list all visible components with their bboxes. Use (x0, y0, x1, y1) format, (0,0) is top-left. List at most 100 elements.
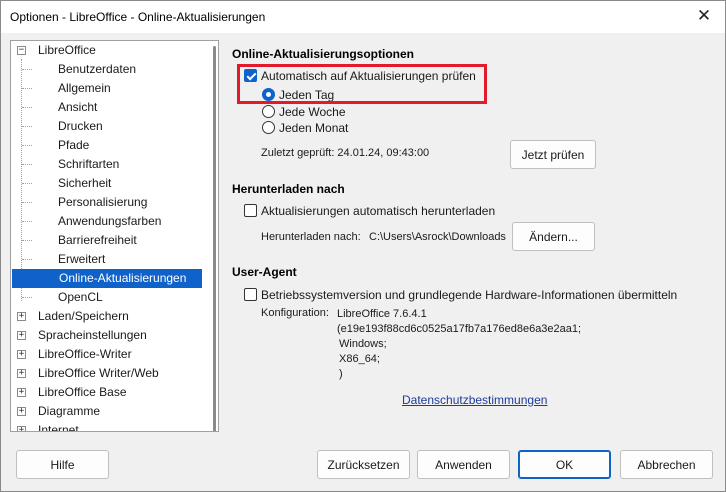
download-path-value: C:\Users\Asrock\Downloads (369, 231, 506, 243)
tree-item[interactable]: + Internet (11, 421, 201, 432)
tree-item-label: Internet (38, 423, 79, 432)
tree-item-label: Drucken (58, 119, 103, 133)
tree-item-label: Spracheinstellungen (38, 328, 147, 342)
expand-icon[interactable]: + (17, 388, 26, 397)
tree-item[interactable]: Pfade (11, 136, 201, 155)
tree-item-label: LibreOffice Writer/Web (38, 366, 159, 380)
tree-item[interactable]: + LibreOffice Base (11, 383, 201, 402)
tree-connector-line (22, 164, 32, 165)
cancel-button[interactable]: Abbrechen (620, 450, 713, 479)
radio-monthly-label[interactable]: Jeden Monat (279, 121, 348, 135)
tree-item-label: Laden/Speichern (38, 309, 129, 323)
config-line: Windows; (339, 338, 387, 350)
download-path-label: Herunterladen nach: (261, 231, 361, 243)
tree-item-label: Benutzerdaten (58, 62, 137, 76)
radio-weekly[interactable] (262, 105, 275, 118)
window-title: Optionen - LibreOffice - Online-Aktualis… (10, 10, 266, 24)
help-button[interactable]: Hilfe (16, 450, 109, 479)
radio-daily[interactable] (262, 88, 275, 101)
tree-item[interactable]: Personalisierung (11, 193, 201, 212)
expand-icon[interactable]: + (17, 407, 26, 416)
config-line: X86_64; (339, 353, 380, 365)
expand-icon[interactable]: + (17, 426, 26, 431)
tree-item[interactable]: Schriftarten (11, 155, 201, 174)
user-agent-section-title: User-Agent (232, 265, 297, 279)
tree-item[interactable]: Online-Aktualisierungen (12, 269, 202, 288)
options-dialog: Optionen - LibreOffice - Online-Aktualis… (0, 0, 726, 492)
tree-item-label: Schriftarten (58, 157, 120, 171)
change-path-button[interactable]: Ändern... (512, 222, 595, 251)
title-bar: Optionen - LibreOffice - Online-Aktualis… (1, 1, 725, 33)
tree-item[interactable]: + Laden/Speichern (11, 307, 201, 326)
tree-item-label: LibreOffice Base (38, 385, 127, 399)
tree-item[interactable]: Benutzerdaten (11, 60, 201, 79)
tree-connector-line (22, 69, 32, 70)
tree-connector-line (22, 202, 32, 203)
tree-item-label: OpenCL (58, 290, 103, 304)
tree-item-label: Online-Aktualisierungen (59, 271, 187, 285)
expand-icon[interactable]: + (17, 331, 26, 340)
tree-connector-line (22, 107, 32, 108)
config-line: ) (339, 368, 343, 380)
apply-button[interactable]: Anwenden (417, 450, 510, 479)
tree-connector-line (22, 183, 32, 184)
auto-check-checkbox[interactable] (244, 69, 257, 82)
tree-item[interactable]: Allgemein (11, 79, 201, 98)
auto-download-label[interactable]: Aktualisierungen automatisch herunterlad… (261, 204, 495, 218)
tree-item[interactable]: Drucken (11, 117, 201, 136)
tree-item[interactable]: OpenCL (11, 288, 201, 307)
expand-icon[interactable]: + (17, 350, 26, 359)
expand-icon[interactable]: + (17, 312, 26, 321)
tree-connector-line (22, 259, 32, 260)
config-line: LibreOffice 7.6.4.1 (337, 308, 427, 320)
tree-connector-line (22, 88, 32, 89)
tree-scrollbar[interactable] (210, 42, 218, 431)
options-tree[interactable]: − LibreOffice Benutzerdaten Allgemein Ansich… (10, 40, 219, 432)
tree-item-label: LibreOffice (38, 43, 96, 57)
close-icon[interactable]: ✕ (689, 1, 719, 31)
tree-item-label: Sicherheit (58, 176, 112, 190)
reset-button[interactable]: Zurücksetzen (317, 450, 410, 479)
last-checked-text: Zuletzt geprüft: 24.01.24, 09:43:00 (261, 147, 430, 159)
tree-item[interactable]: − LibreOffice (11, 41, 201, 60)
privacy-policy-link[interactable]: Datenschutzbestimmungen (402, 393, 547, 407)
send-info-checkbox[interactable] (244, 288, 257, 301)
auto-download-checkbox[interactable] (244, 204, 257, 217)
tree-item-label: Personalisierung (58, 195, 148, 209)
collapse-icon[interactable]: − (17, 46, 26, 55)
download-section-title: Herunterladen nach (232, 182, 345, 196)
tree-item[interactable]: Erweitert (11, 250, 201, 269)
send-info-label[interactable]: Betriebssystemversion und grundlegende H… (261, 288, 677, 302)
tree-connector-line (22, 297, 32, 298)
tree-connector-line (22, 145, 32, 146)
tree-connector-line (22, 240, 32, 241)
radio-daily-label[interactable]: Jeden Tag (279, 88, 334, 102)
tree-item-label: Diagramme (38, 404, 101, 418)
tree-item-label: Erweitert (58, 252, 106, 266)
tree-item[interactable]: Anwendungsfarben (11, 212, 201, 231)
expand-icon[interactable]: + (17, 369, 26, 378)
tree-item[interactable]: + Diagramme (11, 402, 201, 421)
tree-item-label: Pfade (58, 138, 90, 152)
tree-item-label: Barrierefreiheit (58, 233, 137, 247)
tree-item-label: Allgemein (58, 81, 111, 95)
tree-item[interactable]: Sicherheit (11, 174, 201, 193)
tree-item[interactable]: + LibreOffice Writer/Web (11, 364, 201, 383)
tree-item[interactable]: + Spracheinstellungen (11, 326, 201, 345)
config-value: LibreOffice 7.6.4.1 (e19e193f88cd6c0525a… (337, 307, 581, 382)
config-line: (e19e193f88cd6c0525a17fb7a176ed8e6a3e2aa… (337, 323, 582, 335)
tree-connector-line (22, 221, 32, 222)
tree-connector-line (22, 126, 32, 127)
tree-scrollbar-thumb[interactable] (213, 46, 216, 431)
auto-check-label[interactable]: Automatisch auf Aktualisierungen prüfen (261, 69, 476, 83)
tree-item-label: Ansicht (58, 100, 98, 114)
tree-item[interactable]: Ansicht (11, 98, 201, 117)
radio-weekly-label[interactable]: Jede Woche (279, 105, 346, 119)
tree-item-label: Anwendungsfarben (58, 214, 162, 228)
check-now-button[interactable]: Jetzt prüfen (510, 140, 596, 169)
tree-item[interactable]: Barrierefreiheit (11, 231, 201, 250)
radio-monthly[interactable] (262, 121, 275, 134)
tree-item[interactable]: + LibreOffice-Writer (11, 345, 201, 364)
ok-button[interactable]: OK (518, 450, 611, 479)
tree-item-label: LibreOffice-Writer (38, 347, 132, 361)
